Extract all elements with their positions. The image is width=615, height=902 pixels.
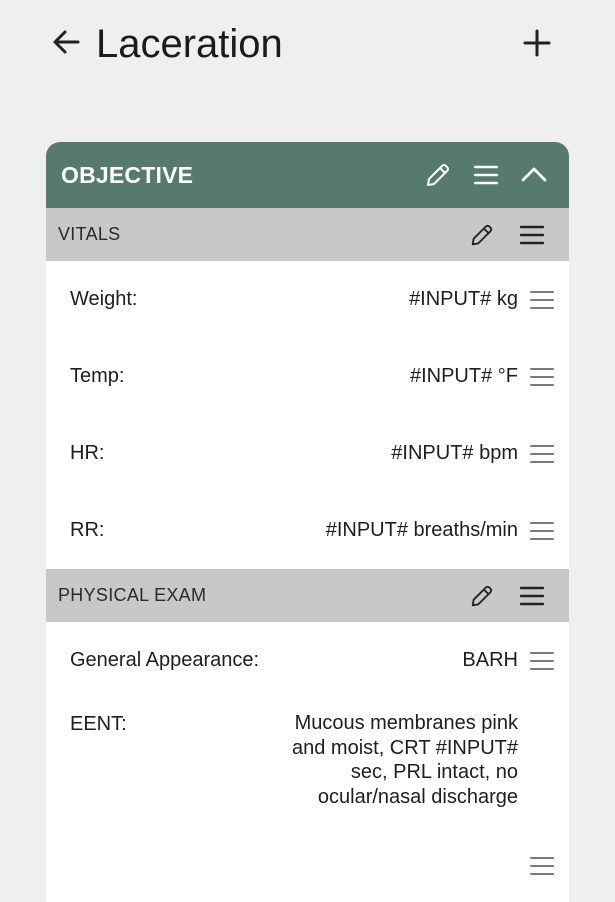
section-header-objective[interactable]: OBJECTIVE [46, 142, 569, 208]
plus-icon [523, 29, 551, 57]
subheader-title: VITALS [58, 224, 121, 244]
drag-handle-icon[interactable] [529, 648, 555, 674]
subheader-vitals: VITALS [46, 208, 569, 261]
pencil-icon [471, 224, 493, 245]
edit-section-button[interactable] [421, 158, 455, 192]
edit-physical-exam-button[interactable] [465, 579, 499, 613]
row-label: General Appearance: [70, 649, 260, 671]
list-item[interactable]: RR: #INPUT# breaths/min [46, 492, 569, 569]
list-item[interactable]: General Appearance: BARH [46, 622, 569, 699]
row-value: BARH [462, 649, 518, 671]
list-item[interactable]: HR: #INPUT# bpm [46, 415, 569, 492]
drag-handle-icon[interactable] [529, 518, 555, 544]
list-item[interactable]: Temp: #INPUT# °F [46, 338, 569, 415]
row-label: EENT: [70, 713, 127, 735]
subheader-title: PHYSICAL EXAM [58, 585, 207, 605]
app-bar: Laceration [0, 0, 615, 90]
reorder-vitals-button[interactable] [515, 218, 549, 252]
add-button[interactable] [516, 22, 558, 64]
subheader-physical-exam: PHYSICAL EXAM [46, 569, 569, 622]
menu-icon [519, 225, 545, 244]
pencil-icon [471, 585, 493, 606]
back-button[interactable] [46, 22, 86, 62]
row-value: Mucous membranes pink and moist, CRT #IN… [291, 712, 518, 808]
collapse-section-button[interactable] [517, 158, 551, 192]
objective-card: OBJECTIVE VITALS Weight: #INPUT# kg Temp… [46, 142, 569, 902]
drag-handle-icon[interactable] [529, 287, 555, 313]
reorder-physical-exam-button[interactable] [515, 579, 549, 613]
row-label: RR: [70, 519, 105, 541]
chevron-up-icon [521, 167, 547, 182]
pencil-icon [427, 164, 449, 186]
reorder-section-button[interactable] [469, 158, 503, 192]
row-value: #INPUT# bpm [391, 442, 518, 464]
drag-handle-icon[interactable] [529, 364, 555, 390]
row-value: #INPUT# °F [409, 365, 518, 387]
page-title: Laceration [96, 22, 283, 66]
menu-icon [473, 165, 499, 185]
row-label: Weight: [70, 288, 138, 310]
row-label: Temp: [70, 365, 125, 387]
list-item[interactable]: Weight: #INPUT# kg [46, 261, 569, 338]
list-item[interactable]: EENT: Mucous membranes pink and moist, C… [46, 699, 569, 902]
section-title: OBJECTIVE [61, 161, 194, 188]
row-value: #INPUT# kg [409, 288, 518, 310]
row-label: HR: [70, 442, 105, 464]
edit-vitals-button[interactable] [465, 218, 499, 252]
arrow-left-icon [53, 30, 80, 54]
row-value: #INPUT# breaths/min [325, 519, 518, 541]
drag-handle-icon[interactable] [529, 441, 555, 467]
drag-handle-icon[interactable] [529, 853, 555, 879]
menu-icon [519, 586, 545, 605]
